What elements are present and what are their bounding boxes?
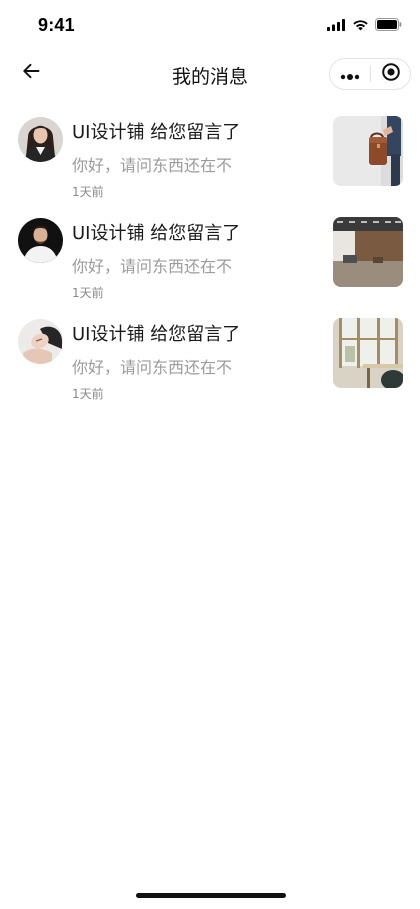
avatar[interactable] [18, 117, 63, 162]
message-item[interactable]: UI设计铺 给您留言了 你好，请问东西还在不 1天前 [0, 216, 420, 317]
status-bar: 9:41 [0, 0, 420, 50]
message-list: UI设计铺 给您留言了 你好，请问东西还在不 1天前 UI设计铺 给您留言了 你… [0, 115, 420, 418]
close-mini-program-button[interactable] [371, 59, 411, 89]
message-title: UI设计铺 给您留言了 [72, 324, 241, 345]
message-time: 1天前 [72, 185, 104, 199]
message-time: 1天前 [72, 387, 104, 401]
target-circle-icon [381, 62, 401, 86]
status-time: 9:41 [38, 15, 75, 35]
message-thumbnail[interactable] [333, 318, 403, 388]
nav-bar: 我的消息 [0, 50, 420, 96]
wifi-icon [352, 16, 369, 35]
message-preview: 你好，请问东西还在不 [72, 257, 233, 276]
message-title: UI设计铺 给您留言了 [72, 223, 241, 244]
message-preview: 你好，请问东西还在不 [72, 156, 233, 175]
message-thumbnail[interactable] [333, 217, 403, 287]
battery-icon [375, 16, 402, 35]
cellular-signal-icon [327, 16, 346, 35]
message-item[interactable]: UI设计铺 给您留言了 你好，请问东西还在不 1天前 [0, 317, 420, 418]
home-indicator[interactable] [136, 893, 286, 898]
avatar[interactable] [18, 218, 63, 263]
status-icons [327, 17, 402, 33]
more-dots-icon [340, 65, 360, 84]
message-item[interactable]: UI设计铺 给您留言了 你好，请问东西还在不 1天前 [0, 115, 420, 216]
mini-program-capsule [329, 58, 411, 90]
avatar[interactable] [18, 319, 63, 364]
message-time: 1天前 [72, 286, 104, 300]
message-thumbnail[interactable] [333, 116, 403, 186]
message-preview: 你好，请问东西还在不 [72, 358, 233, 377]
message-title: UI设计铺 给您留言了 [72, 122, 241, 143]
more-button[interactable] [330, 59, 370, 89]
